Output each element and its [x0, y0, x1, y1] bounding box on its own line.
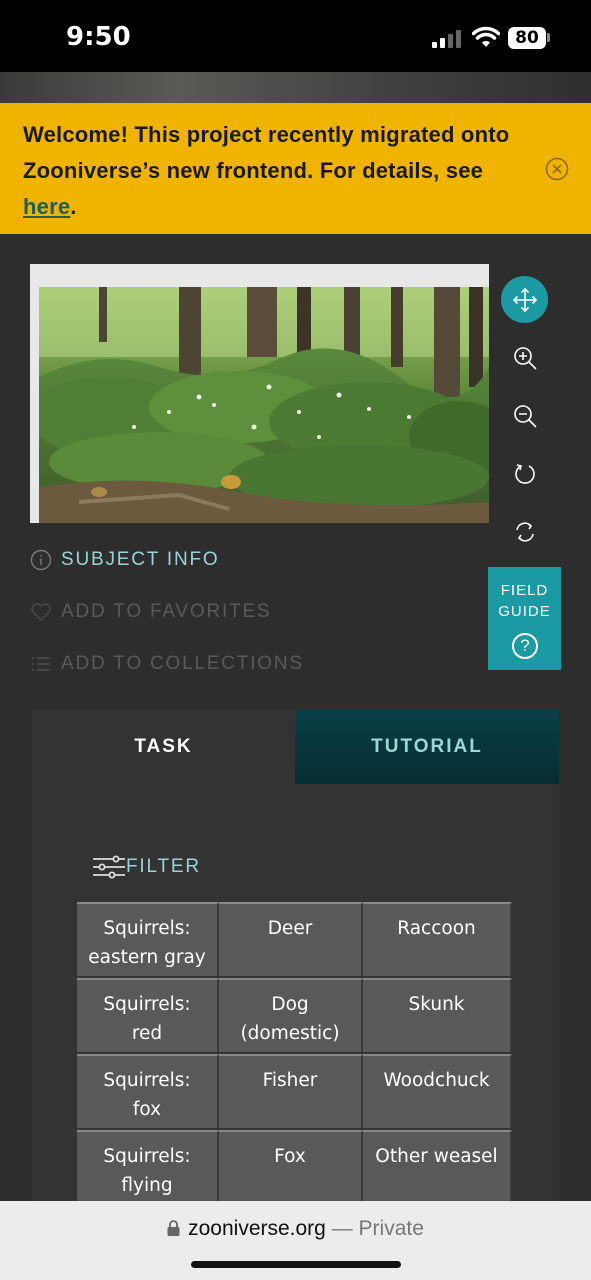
choice-skunk[interactable]: Skunk — [363, 978, 512, 1052]
url-domain: zooniverse.org — [188, 1217, 326, 1240]
subject-info-label: SUBJECT INFO — [61, 549, 220, 570]
add-to-favorites-button[interactable]: ADD TO FAVORITES — [30, 598, 271, 626]
cellular-signal-icon — [432, 30, 462, 48]
reset-button[interactable] — [501, 508, 548, 555]
choice-deer[interactable]: Deer — [219, 902, 363, 976]
move-tool-button[interactable] — [501, 276, 548, 323]
zoom-in-icon — [513, 346, 537, 370]
choice-dog-domestic[interactable]: Dog (domestic) — [219, 978, 363, 1052]
battery-tip — [547, 33, 550, 42]
choice-row: Squirrels: eastern gray Deer Raccoon — [77, 902, 514, 978]
tab-task[interactable]: TASK — [32, 710, 295, 784]
private-label: — Private — [325, 1217, 424, 1240]
move-icon — [512, 287, 537, 312]
tab-tutorial[interactable]: TUTORIAL — [295, 710, 559, 784]
status-bar: 9:50 80 — [0, 0, 591, 72]
choice-other-weasel[interactable]: Other weasel — [363, 1130, 512, 1204]
site-header — [0, 72, 591, 104]
add-to-collections-button[interactable]: ADD TO COLLECTIONS — [30, 650, 304, 678]
help-icon: ? — [512, 633, 538, 659]
field-guide-label: FIELD GUIDE — [498, 582, 551, 620]
banner-text: Welcome! This project recently migrated … — [23, 122, 510, 183]
choice-row: Squirrels: fox Fisher Woodchuck — [77, 1054, 514, 1130]
choice-fisher[interactable]: Fisher — [219, 1054, 363, 1128]
zoom-out-button[interactable] — [501, 392, 548, 439]
heart-icon — [31, 603, 51, 622]
choice-squirrels-eastern-gray[interactable]: Squirrels: eastern gray — [77, 902, 219, 976]
choice-fox[interactable]: Fox — [219, 1130, 363, 1204]
filter-label: FILTER — [126, 856, 201, 877]
rotate-button[interactable] — [501, 450, 548, 497]
image-toolbar — [489, 266, 560, 566]
status-time: 9:50 — [66, 22, 131, 52]
rotate-icon — [514, 463, 535, 484]
wifi-icon — [472, 26, 500, 47]
choice-squirrels-fox[interactable]: Squirrels: fox — [77, 1054, 219, 1128]
choice-squirrels-flying[interactable]: Squirrels: flying — [77, 1130, 219, 1204]
browser-address-bar[interactable]: zooniverse.org — Private — [0, 1201, 591, 1280]
filter-sliders-icon — [93, 855, 125, 879]
field-guide-button[interactable]: FIELD GUIDE ? — [488, 567, 561, 670]
choice-row: Squirrels: red Dog (domestic) Skunk — [77, 978, 514, 1054]
url-display: zooniverse.org — Private — [0, 1217, 591, 1241]
choice-woodchuck[interactable]: Woodchuck — [363, 1054, 512, 1128]
subject-info-button[interactable]: SUBJECT INFO — [30, 546, 220, 574]
migration-banner: Welcome! This project recently migrated … — [0, 103, 591, 234]
choice-row: Squirrels: flying Fox Other weasel — [77, 1130, 514, 1206]
list-icon — [32, 657, 50, 671]
add-to-collections-label: ADD TO COLLECTIONS — [61, 653, 304, 674]
battery-indicator: 80 — [508, 27, 546, 49]
reset-icon — [515, 521, 534, 542]
zoom-out-icon — [513, 404, 537, 428]
banner-here-link[interactable]: here — [23, 194, 70, 219]
banner-message: Welcome! This project recently migrated … — [23, 117, 518, 225]
info-icon — [30, 549, 52, 571]
filter-button[interactable]: FILTER — [92, 851, 201, 883]
subject-image[interactable] — [39, 287, 489, 523]
home-indicator — [191, 1261, 401, 1268]
choice-raccoon[interactable]: Raccoon — [363, 902, 512, 976]
task-tabs: TASK TUTORIAL — [32, 710, 559, 784]
species-choice-grid: Squirrels: eastern gray Deer Raccoon Squ… — [77, 902, 514, 1206]
lock-icon — [167, 1220, 180, 1236]
banner-text-end: . — [70, 194, 77, 219]
task-panel: TASK TUTORIAL FILTER Squirrels: eastern … — [32, 710, 559, 1280]
choice-squirrels-red[interactable]: Squirrels: red — [77, 978, 219, 1052]
close-icon[interactable] — [545, 157, 569, 181]
zoom-in-button[interactable] — [501, 334, 548, 381]
add-to-favorites-label: ADD TO FAVORITES — [61, 601, 272, 622]
